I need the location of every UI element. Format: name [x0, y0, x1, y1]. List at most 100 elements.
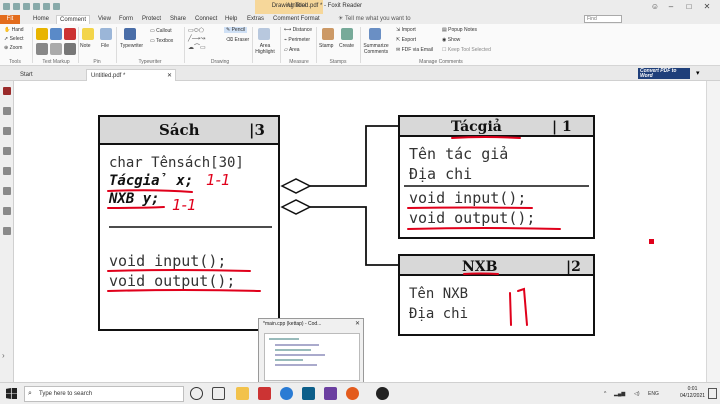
class-sach-box: [98, 115, 280, 331]
eraser-label: Eraser: [234, 37, 250, 43]
tab-share[interactable]: Share: [167, 15, 189, 24]
security-lock-icon[interactable]: [3, 207, 11, 215]
typewriter-icon[interactable]: [124, 28, 136, 40]
layers-icon[interactable]: [3, 127, 11, 135]
replace-text-icon[interactable]: [50, 43, 62, 55]
area-highlight-icon[interactable]: [258, 28, 270, 40]
maximize-button[interactable]: □: [684, 2, 694, 12]
firefox-icon[interactable]: [346, 387, 359, 400]
cursor-icon: ➚: [4, 36, 9, 42]
obs-icon[interactable]: [376, 387, 389, 400]
comments-icon[interactable]: [3, 147, 11, 155]
separator: [184, 27, 185, 63]
visual-studio-icon[interactable]: [324, 387, 337, 400]
pencil-tool[interactable]: ✎ Pencil: [224, 27, 248, 33]
tab-form[interactable]: Form: [116, 15, 136, 24]
save-icon[interactable]: [23, 3, 30, 10]
signatures-icon[interactable]: [3, 187, 11, 195]
tab-view[interactable]: View: [95, 15, 114, 24]
hand-icon: ✋: [4, 27, 11, 33]
squiggly-icon[interactable]: [36, 43, 48, 55]
print-icon[interactable]: [33, 3, 40, 10]
fdf-email-tool[interactable]: ✉ FDF via Email: [396, 47, 433, 53]
doc-tab-start[interactable]: Start: [16, 69, 82, 81]
language-indicator[interactable]: ENG: [648, 391, 659, 397]
separator: [360, 27, 361, 63]
popup-notes-tool[interactable]: ▤ Popup Notes: [442, 27, 477, 33]
doc-tab-untitled[interactable]: Untitled.pdf * ✕: [86, 69, 176, 81]
volume-icon[interactable]: ◁): [634, 391, 640, 397]
group-stamps-label: Stamps: [329, 59, 347, 65]
group-drawing-label: Drawing: [210, 59, 230, 65]
tab-connect[interactable]: Connect: [192, 15, 220, 24]
nxb-attr-diachi: Địa chi: [409, 306, 468, 322]
stamp-label: Stamp: [319, 43, 334, 49]
shapes-gallery[interactable]: ▭⬭⬠ ╱⟶↝ ☁⌒▭: [188, 27, 206, 51]
taskbar-search-box[interactable]: ⌕ Type here to search: [24, 386, 184, 402]
minimize-button[interactable]: –: [666, 2, 676, 12]
system-clock[interactable]: 0:01 04/12/2021: [680, 386, 705, 400]
perimeter-tool[interactable]: ⌁ Perimeter: [284, 37, 310, 43]
tags-icon[interactable]: [3, 227, 11, 235]
hand-label: Hand: [11, 27, 24, 33]
file-attach-icon[interactable]: [100, 28, 112, 40]
network-icon[interactable]: ▂▄▆: [614, 391, 625, 397]
close-icon[interactable]: ✕: [355, 320, 360, 327]
tab-protect[interactable]: Protect: [139, 15, 164, 24]
foxit-taskbar-icon[interactable]: [258, 387, 271, 400]
tab-file[interactable]: Fit: [0, 15, 20, 24]
tab-extras[interactable]: Extras: [244, 15, 267, 24]
sach-method-input: void input();: [109, 252, 226, 270]
tab-help[interactable]: Help: [222, 15, 240, 24]
area-tool[interactable]: ▱ Area: [284, 47, 300, 53]
chevron-right-icon[interactable]: ›: [2, 351, 5, 360]
note-icon[interactable]: [82, 28, 94, 40]
redo-icon[interactable]: [53, 3, 60, 10]
create-stamp-icon[interactable]: [341, 28, 353, 40]
keep-tool-selected[interactable]: ☐ Keep Tool Selected: [442, 47, 491, 53]
callout-tool[interactable]: ▭ Callout: [150, 28, 172, 34]
tab-comment[interactable]: Comment: [56, 15, 91, 24]
select-tool[interactable]: ➚ Select: [4, 36, 24, 42]
cortana-icon[interactable]: [190, 387, 203, 400]
convert-pdf-to-word-button[interactable]: Convert PDF to Word: [638, 68, 690, 79]
eraser-tool[interactable]: ⌫ Eraser: [226, 37, 249, 43]
notification-icon[interactable]: [708, 388, 717, 399]
open-icon[interactable]: [13, 3, 20, 10]
insert-text-icon[interactable]: [64, 43, 76, 55]
strikeout-icon[interactable]: [64, 28, 76, 40]
summarize-icon[interactable]: [369, 28, 381, 40]
pages-icon[interactable]: [3, 107, 11, 115]
distance-tool[interactable]: ⟷ Distance: [284, 27, 312, 33]
file-explorer-icon[interactable]: [236, 387, 249, 400]
underline-icon[interactable]: [50, 28, 62, 40]
export-tool[interactable]: ⇱ Export: [396, 37, 416, 43]
store-icon[interactable]: [302, 387, 315, 400]
show-tool[interactable]: ◉ Show: [442, 37, 460, 43]
close-button[interactable]: ✕: [702, 2, 712, 12]
bookmark-icon[interactable]: [3, 87, 11, 95]
undo-icon[interactable]: [43, 3, 50, 10]
tray-chevron-icon[interactable]: ^: [604, 391, 606, 397]
user-icon[interactable]: ☺: [650, 2, 660, 12]
find-input[interactable]: Find: [584, 15, 622, 23]
stamp-icon[interactable]: [322, 28, 334, 40]
group-manage-comments-label: Manage Comments: [419, 59, 463, 65]
task-view-icon[interactable]: [212, 387, 225, 400]
title-bar: Drawing Tool Untitled.pdf * - Foxit Read…: [0, 0, 720, 14]
import-tool[interactable]: ⇲ Import: [396, 27, 416, 33]
tell-me-box[interactable]: ☀ Tell me what you want to: [338, 15, 411, 22]
chevron-down-icon[interactable]: ▾: [696, 69, 700, 77]
edge-icon[interactable]: [280, 387, 293, 400]
taskbar-thumbnail-preview[interactable]: *main.cpp (kettap) - Cod... ✕: [258, 318, 364, 384]
right-scroll-panel[interactable]: [706, 81, 720, 382]
textbox-tool[interactable]: ▭ Textbox: [150, 38, 173, 44]
hand-tool[interactable]: ✋ Hand: [4, 27, 24, 33]
ink-underline-output: [107, 289, 261, 292]
zoom-tool[interactable]: ⊕ Zoom: [4, 45, 22, 51]
tab-comment-format[interactable]: Comment Format: [270, 15, 323, 24]
separator: [116, 27, 117, 63]
highlight-icon[interactable]: [36, 28, 48, 40]
attachments-icon[interactable]: [3, 167, 11, 175]
tab-home[interactable]: Home: [30, 15, 52, 24]
